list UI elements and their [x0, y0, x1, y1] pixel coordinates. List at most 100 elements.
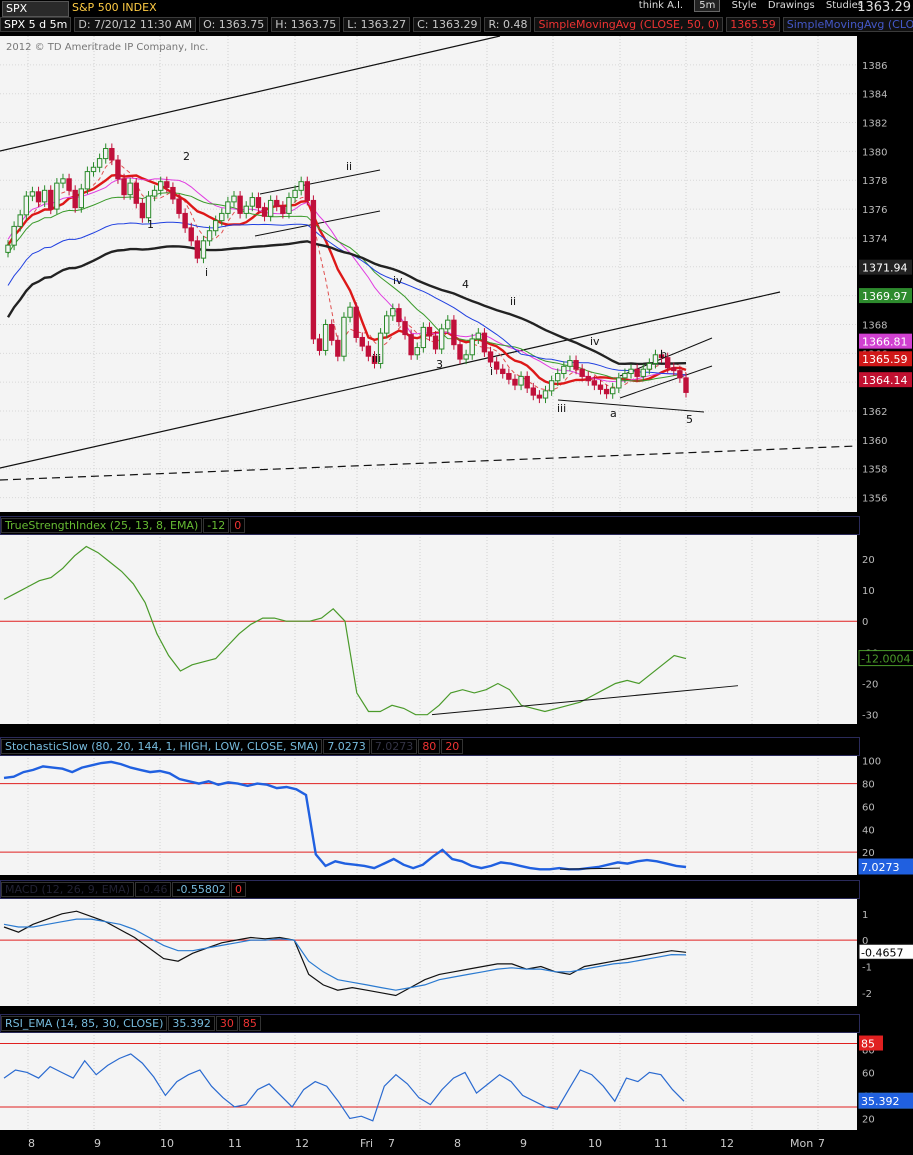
candle-body [182, 212, 188, 229]
candle-body [561, 365, 567, 375]
quote-date: D: 7/20/12 11:30 AM [74, 17, 197, 32]
stoch-current-label: 7.0273 [861, 861, 900, 874]
wave-label: 2 [183, 150, 190, 163]
candle-body [542, 390, 549, 399]
macd-val2: -0.55802 [172, 882, 230, 897]
tsi-tick-label: 0 [862, 617, 868, 628]
candle-body [530, 387, 536, 396]
candle-body [420, 326, 427, 349]
toolbar-buttons: think A.I. 5m Style Drawings Studies [631, 0, 863, 12]
candle-body [151, 189, 158, 197]
study1-label: SimpleMovingAvg (CLOSE, 50, 0) [534, 17, 724, 32]
macd-tick-label: -1 [862, 962, 872, 973]
symbol-text: SPX [6, 2, 28, 15]
x-tick-label: Mon [790, 1137, 813, 1150]
macd-tick-label: -2 [862, 989, 872, 1000]
tsi-tick-label: 20 [862, 555, 875, 566]
price-axis-label: 1371.94 [862, 262, 908, 275]
price-tick-label: 1376 [862, 205, 887, 216]
candle-body [84, 171, 91, 190]
candle-body [115, 159, 121, 180]
price-tick-label: 1386 [862, 61, 887, 72]
tsi-header: TrueStrengthIndex (25, 13, 8, EMA) -12 0 [0, 516, 860, 535]
price-tick-label: 1356 [862, 494, 887, 505]
candle-body [66, 178, 72, 191]
tsi-tick-label: -30 [862, 711, 878, 722]
rsi-current-label: 35.392 [861, 1095, 900, 1108]
quote-high: H: 1363.75 [271, 17, 341, 32]
symbol-field[interactable]: SPX [2, 1, 69, 17]
candle-body [267, 199, 274, 217]
candle-body [414, 347, 420, 356]
price-tick-label: 1378 [862, 176, 887, 187]
quote-strip: SPX 5 d 5m D: 7/20/12 11:30 AM O: 1363.75 H… [0, 17, 913, 32]
candle-body [316, 338, 323, 351]
candle-body [329, 323, 335, 341]
price-axis-label: 1366.81 [862, 336, 908, 349]
candle-body [445, 319, 451, 330]
x-tick-label: 12 [295, 1137, 309, 1150]
study1-value: 1365.59 [726, 17, 780, 32]
last-price: 1363.29 [857, 0, 911, 15]
candle-body [555, 373, 561, 382]
drawings-button[interactable]: Drawings [768, 0, 815, 11]
candle-body [506, 373, 512, 380]
price-tick-label: 1358 [862, 465, 887, 476]
macd-title: MACD (12, 26, 9, EMA) [1, 882, 134, 897]
wave-label: a [610, 407, 617, 420]
candle-body [280, 205, 286, 214]
candle-body [237, 195, 243, 214]
candle-body [322, 323, 329, 351]
candle-body [475, 332, 482, 340]
candle-body [212, 220, 219, 232]
candle-body [145, 195, 152, 219]
quote-open: O: 1363.75 [199, 17, 269, 32]
candle-body [54, 182, 60, 210]
stoch-title: StochasticSlow (80, 20, 144, 1, HIGH, LO… [1, 739, 323, 754]
candle-body [646, 362, 653, 370]
symbol-desc-text: S&P 500 INDEX [72, 1, 157, 14]
candle-body [384, 315, 390, 334]
candle-body [603, 388, 610, 395]
candle-body [261, 207, 268, 217]
style-button[interactable]: Style [732, 0, 757, 11]
candle-body [35, 191, 42, 203]
candle-body [438, 328, 445, 350]
rsi-ob-label: 85 [861, 1038, 875, 1051]
candle-body [176, 198, 182, 214]
copyright-text: 2012 © TD Ameritrade IP Company, Inc. [6, 42, 208, 53]
macd-current-label: -0.4657 [861, 946, 903, 959]
wave-label: 3 [436, 358, 443, 371]
rsi-tick-label: 60 [862, 1068, 875, 1079]
x-tick-label: Fri [360, 1137, 373, 1150]
stoch-bg [0, 755, 857, 875]
candle-body [481, 332, 488, 353]
quote-close: C: 1363.29 [413, 17, 482, 32]
candle-body [579, 368, 585, 377]
candle-body [158, 181, 164, 191]
candle-body [426, 326, 433, 337]
candle-body [78, 188, 84, 209]
candle-body [286, 197, 292, 214]
stoch-tick-label: 80 [862, 780, 875, 791]
candle-body [109, 148, 115, 161]
candle-body [121, 178, 127, 196]
candle-body [194, 240, 201, 259]
candle-body [96, 158, 103, 168]
candle-body [48, 189, 54, 210]
wave-label: iii [372, 352, 381, 365]
think-ai-button[interactable]: think A.I. [639, 0, 683, 11]
quote-label: SPX 5 d 5m [0, 17, 72, 32]
interval-button[interactable]: 5m [694, 0, 721, 12]
candle-body [487, 351, 494, 363]
wave-label: b [660, 348, 667, 361]
candle-body [139, 202, 146, 219]
candle-body [164, 181, 170, 188]
stoch-tick-label: 60 [862, 802, 875, 813]
macd-val1: -0.46 [135, 882, 172, 897]
candle-body [231, 195, 237, 203]
candle-body [457, 344, 463, 360]
candle-body [408, 334, 414, 356]
candle-body [573, 360, 579, 370]
candle-body [41, 189, 48, 203]
